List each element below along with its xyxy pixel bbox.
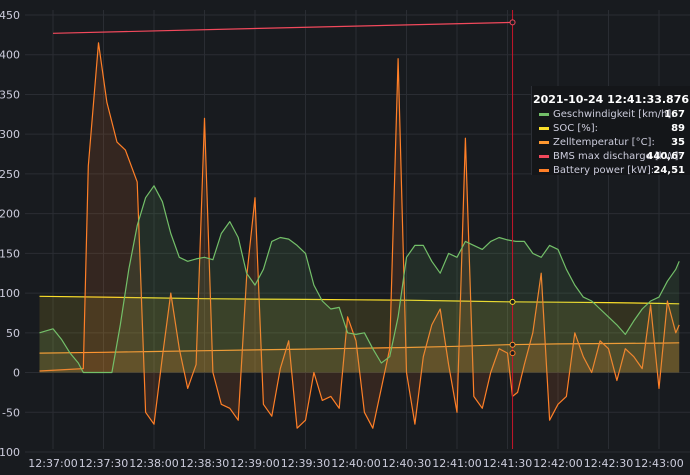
x-tick-label: 12:38:30 xyxy=(180,457,229,470)
tooltip-value: 35 xyxy=(671,137,685,148)
x-tick-label: 12:37:00 xyxy=(28,457,77,470)
hover-point xyxy=(509,341,516,348)
x-tick-label: 12:40:00 xyxy=(331,457,380,470)
x-axis: 12:37:00 12:37:30 12:38:00 12:38:30 12:39:00… xyxy=(28,457,683,470)
series-swatch-battery-power xyxy=(539,169,549,172)
tooltip-value: 167 xyxy=(664,109,685,120)
y-tick-label: 350 xyxy=(0,88,20,101)
tooltip-row: Battery power [kW]: 24,51 xyxy=(532,164,690,177)
y-tick-label: 150 xyxy=(0,247,20,260)
tooltip-label: Battery power [kW]: xyxy=(553,165,655,176)
x-tick-label: 12:42:30 xyxy=(584,457,633,470)
y-tick-label: 200 xyxy=(0,208,20,221)
x-tick-label: 12:39:00 xyxy=(230,457,279,470)
tooltip-row: Geschwindigkeit [km/h]: 167 xyxy=(532,108,690,121)
x-tick-label: 12:38:00 xyxy=(129,457,178,470)
y-tick-label: 450 xyxy=(0,9,20,22)
series-swatch-bms xyxy=(539,155,549,158)
tooltip-label: Zelltemperatur [°C]: xyxy=(553,137,655,148)
x-tick-label: 12:41:00 xyxy=(432,457,481,470)
x-tick-label: 12:39:30 xyxy=(281,457,330,470)
y-tick-label: -100 xyxy=(0,446,20,459)
tooltip-timestamp: 2021-10-24 12:41:33.876 xyxy=(532,93,690,106)
y-axis: 450 400 350 300 250 200 150 100 50 0 -50 -100 xyxy=(0,9,20,459)
x-tick-label: 12:40:30 xyxy=(382,457,431,470)
tooltip-label: SOC [%]: xyxy=(553,123,599,134)
y-tick-label: -50 xyxy=(2,406,20,419)
tooltip-value: 440,67 xyxy=(646,151,685,162)
tooltip-value: 89 xyxy=(671,123,685,134)
x-tick-label: 12:43:00 xyxy=(634,457,683,470)
hover-point xyxy=(509,19,516,26)
tooltip-row: BMS max discharge [kW]: 440,67 xyxy=(532,150,690,163)
hover-point xyxy=(509,298,516,305)
hover-tooltip: 2021-10-24 12:41:33.876 Geschwindigkeit … xyxy=(531,86,690,177)
series-bms-max-discharge-line xyxy=(52,21,513,34)
series-swatch-speed xyxy=(539,113,549,116)
tooltip-label: Geschwindigkeit [km/h]: xyxy=(553,109,675,120)
x-tick-label: 12:42:00 xyxy=(533,457,582,470)
y-tick-label: 300 xyxy=(0,128,20,141)
time-series-chart[interactable]: 450 400 350 300 250 200 150 100 50 0 -50 -100 12:37… xyxy=(0,0,690,475)
y-tick-label: 400 xyxy=(0,49,20,62)
tooltip-value: 24,51 xyxy=(653,165,685,176)
series-swatch-cell-temp xyxy=(539,141,549,144)
series-swatch-soc xyxy=(539,127,549,130)
tooltip-row: SOC [%]: 89 xyxy=(532,122,690,135)
x-tick-label: 12:41:30 xyxy=(483,457,532,470)
series-layer xyxy=(39,21,680,429)
y-tick-label: 50 xyxy=(6,327,20,340)
y-tick-label: 250 xyxy=(0,168,20,181)
y-tick-label: 100 xyxy=(0,287,20,300)
y-tick-label: 0 xyxy=(13,367,20,380)
tooltip-row: Zelltemperatur [°C]: 35 xyxy=(532,136,690,149)
x-tick-label: 12:37:30 xyxy=(79,457,128,470)
hover-point xyxy=(509,350,516,357)
